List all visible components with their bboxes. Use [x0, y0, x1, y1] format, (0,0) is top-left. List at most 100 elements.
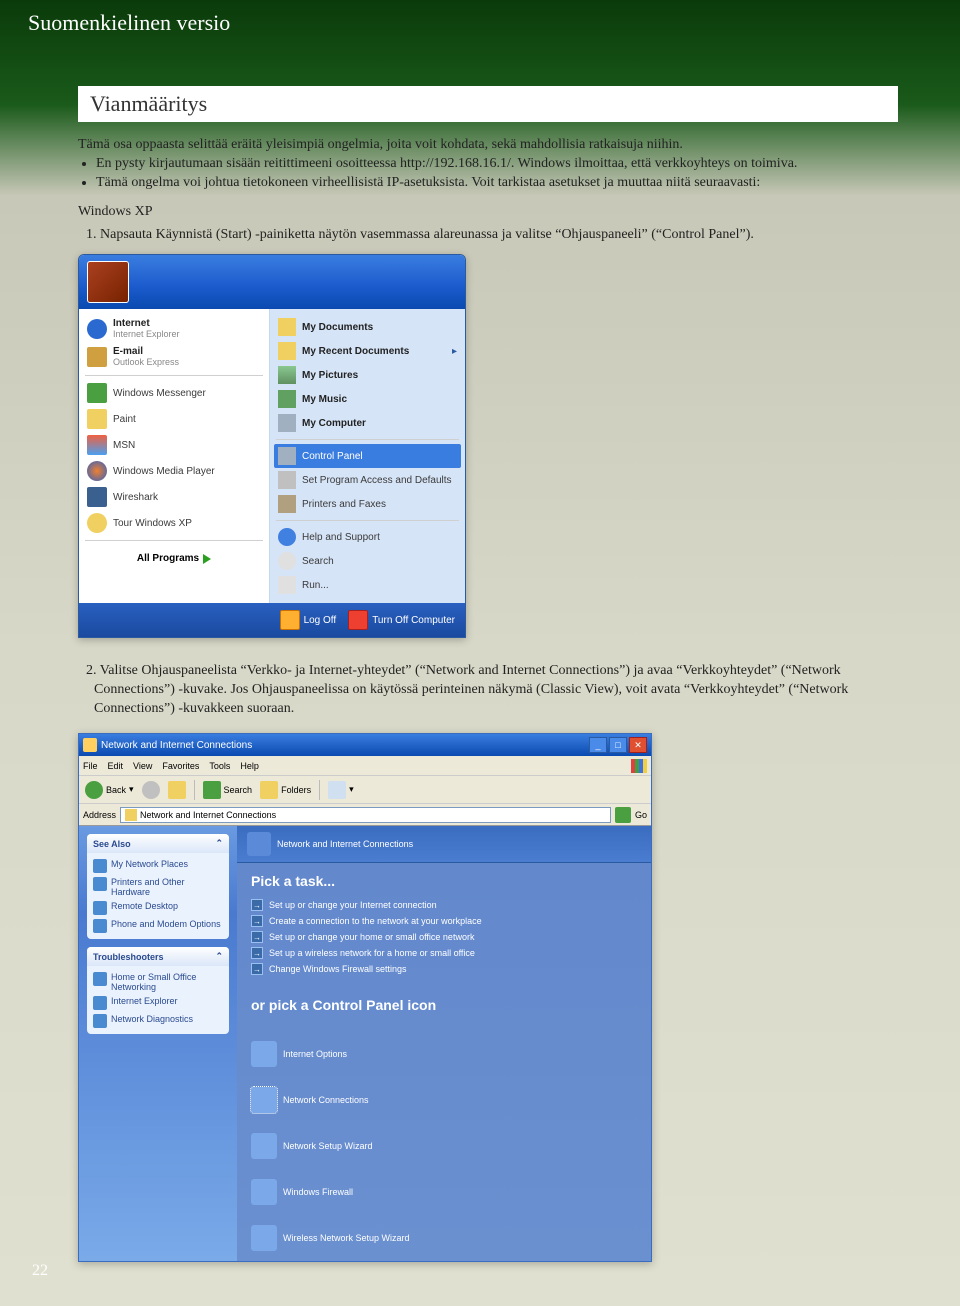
panel-header[interactable]: Troubleshooters ⌃ [87, 947, 229, 966]
maximize-button[interactable]: □ [609, 737, 627, 753]
dropdown-icon: ▾ [349, 784, 354, 795]
windows-firewall-icon [251, 1179, 277, 1205]
pick-a-task-heading: Pick a task... [251, 873, 637, 889]
bullet: En pysty kirjautumaan sisään reitittimee… [96, 155, 898, 174]
start-menu-screenshot: InternetInternet Explorer E-mailOutlook … [78, 254, 466, 638]
arrow-icon: → [251, 931, 263, 943]
main-header-title: Network and Internet Connections [277, 839, 413, 849]
link-icon [93, 901, 107, 915]
window-title: Network and Internet Connections [101, 740, 587, 751]
section-title-bar: Vianmääritys [78, 86, 898, 122]
sidebar-link[interactable]: Remote Desktop [93, 899, 223, 917]
all-programs-button[interactable]: All Programs [83, 545, 265, 572]
start-menu-left-column: InternetInternet Explorer E-mailOutlook … [79, 309, 270, 603]
address-value: Network and Internet Connections [140, 810, 276, 820]
sidebar-link[interactable]: Printers and Other Hardware [93, 875, 223, 899]
cp-icon-windows-firewall[interactable]: Windows Firewall [251, 1179, 431, 1205]
link-icon [93, 996, 107, 1010]
main-header: Network and Internet Connections [237, 826, 651, 863]
close-button[interactable]: ✕ [629, 737, 647, 753]
address-field[interactable]: Network and Internet Connections [120, 807, 611, 823]
back-icon [85, 781, 103, 799]
start-item-wmp[interactable]: Windows Media Player [83, 458, 265, 484]
menu-favorites[interactable]: Favorites [162, 761, 199, 771]
task-link[interactable]: →Set up a wireless network for a home or… [251, 945, 637, 961]
start-item-mydocs[interactable]: My Documents [274, 315, 461, 339]
defaults-icon [278, 471, 296, 489]
start-item-messenger[interactable]: Windows Messenger [83, 380, 265, 406]
sidebar-link[interactable]: Network Diagnostics [93, 1012, 223, 1030]
control-panel-window: Network and Internet Connections _ □ ✕ F… [78, 733, 652, 1262]
start-item-tour[interactable]: Tour Windows XP [83, 510, 265, 536]
search-label: Search [224, 785, 253, 795]
up-button[interactable] [168, 781, 186, 799]
body-text-2: 2. Valitse Ohjauspaneelista “Verkko- ja … [78, 662, 898, 719]
minimize-button[interactable]: _ [589, 737, 607, 753]
menu-edit[interactable]: Edit [108, 761, 124, 771]
windows-logo-icon [631, 759, 647, 773]
address-label: Address [83, 810, 116, 820]
views-button[interactable]: ▾ [328, 781, 354, 799]
start-item-search[interactable]: Search [274, 549, 461, 573]
start-item-internet[interactable]: InternetInternet Explorer [83, 315, 265, 343]
start-item-printers[interactable]: Printers and Faxes [274, 492, 461, 516]
menu-help[interactable]: Help [240, 761, 259, 771]
start-item-defaults[interactable]: Set Program Access and Defaults [274, 468, 461, 492]
start-item-help[interactable]: Help and Support [274, 525, 461, 549]
start-item-mypics[interactable]: My Pictures [274, 363, 461, 387]
see-also-title: See Also [93, 839, 131, 849]
start-item-mycomputer[interactable]: My Computer [274, 411, 461, 435]
cp-icon-network-connections[interactable]: Network Connections [251, 1087, 431, 1113]
go-button[interactable] [615, 807, 631, 823]
start-item-run[interactable]: Run... [274, 573, 461, 597]
messenger-icon [87, 383, 107, 403]
sidebar-link[interactable]: Phone and Modem Options [93, 917, 223, 935]
start-item-wireshark[interactable]: Wireshark [83, 484, 265, 510]
mypics-icon [278, 366, 296, 384]
logoff-label: Log Off [304, 615, 337, 626]
logoff-icon [280, 610, 300, 630]
sidebar-link[interactable]: Home or Small Office Networking [93, 970, 223, 994]
start-item-controlpanel[interactable]: Control Panel [274, 444, 461, 468]
cp-icon-network-setup-wizard[interactable]: Network Setup Wizard [251, 1133, 431, 1159]
task-link[interactable]: →Set up or change your home or small off… [251, 929, 637, 945]
mydocs-icon [278, 318, 296, 336]
separator [194, 780, 195, 800]
menu-view[interactable]: View [133, 761, 152, 771]
sidebar-link[interactable]: My Network Places [93, 857, 223, 875]
panel-header[interactable]: See Also ⌃ [87, 834, 229, 853]
menu-tools[interactable]: Tools [209, 761, 230, 771]
category-icon [247, 832, 271, 856]
menu-file[interactable]: File [83, 761, 98, 771]
back-button[interactable]: Back ▾ [85, 781, 134, 799]
start-item-mymusic[interactable]: My Music [274, 387, 461, 411]
troubleshooters-title: Troubleshooters [93, 952, 164, 962]
start-item-msn[interactable]: MSN [83, 432, 265, 458]
cp-icon-internet-options[interactable]: Internet Options [251, 1041, 431, 1067]
troubleshooters-panel: Troubleshooters ⌃ Home or Small Office N… [87, 947, 229, 1034]
forward-button[interactable] [142, 781, 160, 799]
turnoff-button[interactable]: Turn Off Computer [348, 610, 455, 630]
collapse-icon: ⌃ [215, 951, 223, 962]
link-icon [93, 859, 107, 873]
mymusic-icon [278, 390, 296, 408]
folders-button[interactable]: Folders [260, 781, 311, 799]
start-item-email[interactable]: E-mailOutlook Express [83, 343, 265, 371]
arrow-icon: → [251, 915, 263, 927]
step-2: 2. Valitse Ohjauspaneelista “Verkko- ja … [86, 662, 898, 719]
task-link[interactable]: →Create a connection to the network at y… [251, 913, 637, 929]
sidebar-link[interactable]: Internet Explorer [93, 994, 223, 1012]
logoff-button[interactable]: Log Off [280, 610, 337, 630]
msn-icon [87, 435, 107, 455]
printers-icon [278, 495, 296, 513]
arrow-icon: → [251, 899, 263, 911]
section-title: Vianmääritys [90, 91, 207, 117]
forward-icon [142, 781, 160, 799]
search-button[interactable]: Search [203, 781, 253, 799]
task-link[interactable]: →Change Windows Firewall settings [251, 961, 637, 977]
cp-icon-wireless-network-setup-wizard[interactable]: Wireless Network Setup Wizard [251, 1225, 431, 1251]
tour-icon [87, 513, 107, 533]
task-link[interactable]: →Set up or change your Internet connecti… [251, 897, 637, 913]
start-item-recent[interactable]: My Recent Documents▸ [274, 339, 461, 363]
start-item-paint[interactable]: Paint [83, 406, 265, 432]
